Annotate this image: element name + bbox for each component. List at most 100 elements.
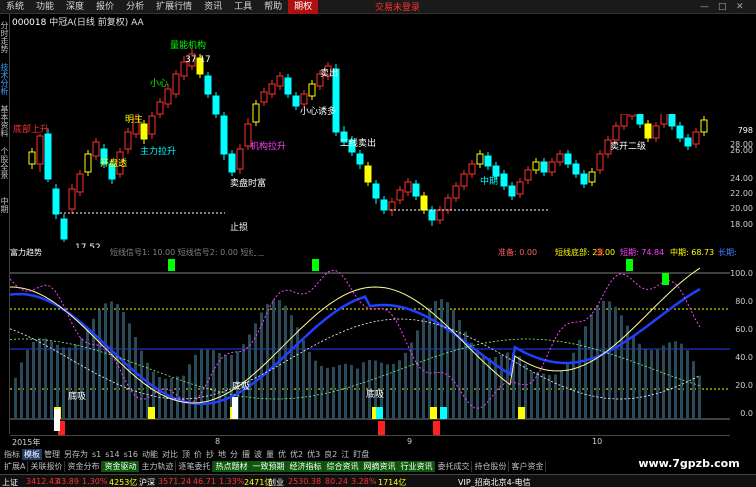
candle-body[interactable] [676,125,684,139]
left-tab-1[interactable]: 技术分析 [0,60,9,98]
candle-body[interactable] [236,148,244,170]
candle-body[interactable] [580,173,588,185]
extension-tab-3[interactable]: 资金驱动 [102,461,140,472]
indicator-tab-22[interactable]: 盯盘 [351,449,371,460]
candle-body[interactable] [228,153,236,173]
indicator-tab-11[interactable]: 抄 [204,449,216,460]
indicator-tab-2[interactable]: 管理 [42,449,62,460]
candle-body[interactable] [484,155,492,167]
candle-body[interactable] [420,195,428,211]
candle-body[interactable] [148,115,156,135]
candle-body[interactable] [564,153,572,165]
candle-body[interactable] [692,131,700,145]
candle-body[interactable] [140,123,148,140]
candle-body[interactable] [588,171,596,183]
extension-tab-2[interactable]: 资金分布 [65,461,103,472]
candle-body[interactable] [548,161,556,173]
indicator-tab-10[interactable]: 价 [192,449,204,460]
extension-tab-13[interactable]: 持仓股份 [472,461,510,472]
extension-tab-8[interactable]: 经济指标 [287,461,325,472]
candle-body[interactable] [284,77,292,95]
indicator-tab-14[interactable]: 擅 [240,449,252,460]
candle-body[interactable] [292,95,300,107]
indicator-tab-3[interactable]: 另存为 [62,449,90,460]
menu-item-9[interactable]: 期权 [288,0,319,14]
menu-item-2[interactable]: 深度 [60,0,90,14]
candle-body[interactable] [492,165,500,177]
extension-tab-5[interactable]: 逐笔委托 [176,461,214,472]
candle-body[interactable] [540,161,548,173]
candle-body[interactable] [28,151,36,165]
left-tab-2[interactable]: 基本资料 [0,102,9,140]
candle-body[interactable] [444,197,452,211]
close-icon[interactable]: ✕ [736,0,744,14]
candle-body[interactable] [60,218,68,240]
candle-body[interactable] [212,95,220,115]
maximize-icon[interactable]: □ [718,0,727,14]
indicator-tab-18[interactable]: 优2 [288,449,305,460]
candle-body[interactable] [164,88,172,105]
menu-item-5[interactable]: 扩展行情 [150,0,198,14]
candle-body[interactable] [428,209,436,221]
indicator-tab-19[interactable]: 优3 [305,449,322,460]
menu-item-6[interactable]: 资讯 [198,0,228,14]
candle-body[interactable] [388,201,396,211]
indicator-tab-8[interactable]: 对比 [160,449,180,460]
candle-body[interactable] [652,125,660,139]
minimize-icon[interactable]: — [700,0,709,14]
candle-body[interactable] [276,75,284,87]
candle-body[interactable] [516,181,524,195]
candle-body[interactable] [556,153,564,163]
menu-item-7[interactable]: 工具 [228,0,258,14]
indicator-tab-21[interactable]: 江 [339,449,351,460]
indicator-tab-7[interactable]: 动能 [140,449,160,460]
menu-item-0[interactable]: 系统 [0,0,30,14]
menu-item-8[interactable]: 帮助 [258,0,288,14]
extension-tab-12[interactable]: 委托成交 [435,461,473,472]
candle-body[interactable] [76,173,84,193]
indicator-tab-0[interactable]: 指标 [2,449,22,460]
indicator-tab-12[interactable]: 地 [216,449,228,460]
extension-tab-6[interactable]: 热点题材 [213,461,251,472]
candle-body[interactable] [356,153,364,165]
candle-body[interactable] [668,113,676,127]
candle-body[interactable] [524,169,532,181]
extension-tab-11[interactable]: 行业资讯 [398,461,436,472]
candle-body[interactable] [500,173,508,187]
candle-body[interactable] [84,153,92,173]
candle-body[interactable] [532,161,540,171]
extension-tab-4[interactable]: 主力轨迹 [139,461,177,472]
candle-body[interactable] [412,183,420,197]
indicator-chart[interactable]: 底吸底吸底吸 [10,259,730,435]
candle-body[interactable] [620,113,628,127]
indicator-tab-13[interactable]: 分 [228,449,240,460]
candle-body[interactable] [156,101,164,115]
candle-body[interactable] [124,131,132,150]
candle-body[interactable] [68,188,76,210]
candle-body[interactable] [700,119,708,133]
extension-tab-1[interactable]: 关联报价 [28,461,66,472]
candle-body[interactable] [260,91,268,103]
candle-body[interactable] [596,153,604,171]
extension-tab-9[interactable]: 综合资讯 [324,461,362,472]
left-tab-4[interactable]: 中期 [0,186,9,224]
candle-body[interactable] [220,115,228,155]
indicator-tab-17[interactable]: 优 [276,449,288,460]
menu-item-1[interactable]: 功能 [30,0,60,14]
candle-body[interactable] [252,103,260,123]
candle-body[interactable] [468,163,476,175]
candle-body[interactable] [644,123,652,139]
candle-body[interactable] [404,181,412,193]
candle-body[interactable] [460,173,468,187]
candle-body[interactable] [300,93,308,105]
candle-body[interactable] [204,75,212,95]
indicator-tab-5[interactable]: s14 [103,450,121,459]
left-tab-3[interactable]: 个股全景 [0,144,9,182]
candle-body[interactable] [308,83,316,97]
indicator-tab-15[interactable]: 波 [252,449,264,460]
extension-tab-0[interactable]: 扩展A [2,461,29,472]
menu-item-4[interactable]: 分析 [120,0,150,14]
candle-body[interactable] [364,165,372,183]
candle-body[interactable] [436,209,444,221]
candle-body[interactable] [52,188,60,215]
